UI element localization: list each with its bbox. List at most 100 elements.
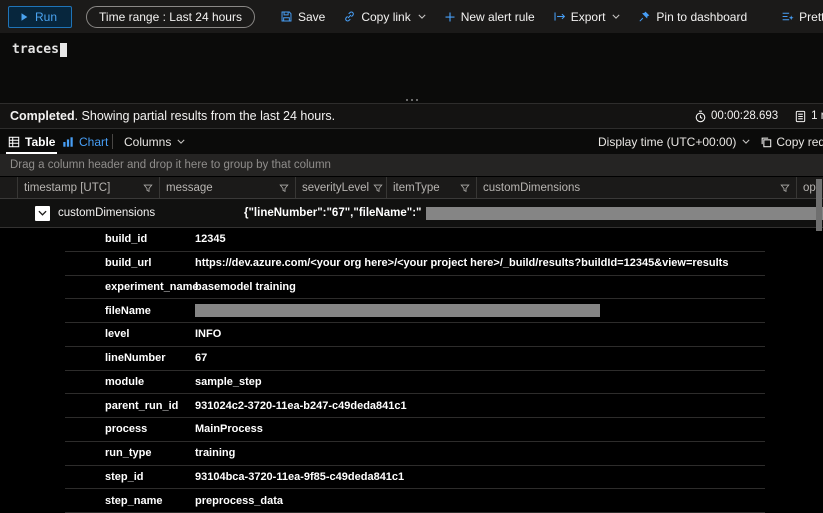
detail-key: lineNumber — [105, 352, 193, 364]
record-count: 1 recor — [811, 110, 823, 122]
filter-icon[interactable] — [143, 183, 153, 193]
detail-key: step_id — [105, 471, 193, 483]
chevron-down-icon — [177, 139, 185, 144]
detail-value: MainProcess — [195, 423, 263, 435]
detail-row[interactable]: processMainProcess — [65, 418, 765, 442]
detail-row[interactable]: build_id12345 — [65, 228, 765, 252]
detail-value: 12345 — [195, 233, 226, 245]
filter-icon[interactable] — [373, 183, 383, 193]
detail-row[interactable]: modulesample_step — [65, 371, 765, 395]
stopwatch-icon — [694, 110, 707, 123]
save-button[interactable]: Save — [271, 0, 334, 33]
filter-icon[interactable] — [460, 183, 470, 193]
run-button[interactable]: Run — [8, 6, 72, 28]
column-header-timestamp[interactable]: timestamp [UTC] — [18, 177, 160, 198]
status-message: Completed. Showing partial results from … — [10, 104, 335, 128]
column-header-customdimensions[interactable]: customDimensions — [477, 177, 797, 198]
detail-value: training — [195, 447, 235, 459]
detail-row[interactable]: parent_run_id931024c2-3720-11ea-b247-c49… — [65, 394, 765, 418]
detail-value: sample_step — [195, 376, 262, 388]
tab-chart[interactable]: Chart — [62, 129, 108, 154]
column-label: severityLevel — [302, 182, 369, 194]
detail-value: 93104bca-3720-11ea-9f85-c49deda841c1 — [195, 471, 404, 483]
new-alert-rule-button[interactable]: New alert rule — [435, 0, 544, 33]
column-header-itemtype[interactable]: itemType — [387, 177, 477, 198]
detail-value: INFO — [195, 328, 221, 340]
detail-key: build_id — [105, 233, 193, 245]
group-by-hint: Drag a column header and drop it here to… — [10, 159, 331, 171]
query-text: traces — [12, 42, 59, 57]
export-button[interactable]: Export — [544, 0, 630, 33]
copy-link-button[interactable]: Copy link — [334, 0, 434, 33]
tab-table[interactable]: Table — [8, 129, 55, 154]
detail-value: preprocess_data — [195, 495, 283, 507]
detail-value: 67 — [195, 352, 207, 364]
tab-chart-label: Chart — [79, 135, 108, 149]
detail-row[interactable]: fileName — [65, 299, 765, 323]
plus-icon — [444, 11, 456, 23]
expanded-row[interactable]: customDimensions {"lineNumber":"67","fil… — [0, 199, 823, 228]
logs-query-window: Run Time range : Last 24 hours Save Copy… — [0, 0, 823, 513]
detail-key: level — [105, 328, 193, 340]
detail-rows: build_id12345build_urlhttps://dev.azure.… — [65, 228, 765, 513]
copy-link-label: Copy link — [361, 10, 410, 24]
vertical-scrollbar[interactable] — [815, 177, 823, 513]
query-toolbar: Run Time range : Last 24 hours Save Copy… — [0, 0, 823, 33]
column-label: customDimensions — [483, 182, 580, 194]
display-time-dropdown[interactable]: Display time (UTC+00:00) — [598, 135, 750, 149]
detail-key: fileName — [105, 305, 193, 317]
pin-to-dashboard-button[interactable]: Pin to dashboard — [629, 0, 756, 33]
query-editor[interactable]: traces — [0, 33, 823, 103]
detail-row[interactable]: levelINFO — [65, 323, 765, 347]
redacted-value — [426, 207, 823, 220]
detail-key: experiment_name — [105, 281, 193, 293]
text-cursor — [60, 43, 67, 57]
status-detail: . Showing partial results from the last … — [75, 109, 336, 123]
column-header-severitylevel[interactable]: severityLevel — [296, 177, 387, 198]
time-range-label: Time range : Last 24 hours — [99, 10, 242, 24]
records-icon — [794, 110, 807, 123]
detail-value — [195, 304, 600, 317]
detail-row[interactable]: step_namepreprocess_data — [65, 489, 765, 513]
detail-row[interactable]: lineNumber67 — [65, 347, 765, 371]
detail-key: module — [105, 376, 193, 388]
pin-to-dashboard-label: Pin to dashboard — [656, 10, 747, 24]
column-label: itemType — [393, 182, 440, 194]
chevron-down-icon — [418, 14, 426, 19]
copy-icon — [760, 136, 772, 148]
chevron-down-icon — [612, 14, 620, 19]
copy-request-label: Copy request — [776, 135, 823, 149]
redacted-value — [195, 304, 600, 317]
play-icon — [19, 12, 29, 22]
detail-row[interactable]: experiment_namebasemodel training — [65, 276, 765, 300]
export-label: Export — [571, 10, 606, 24]
column-label: timestamp [UTC] — [24, 182, 110, 194]
results-toolbar-right: Display time (UTC+00:00) Copy request — [598, 129, 823, 154]
detail-key: run_type — [105, 447, 193, 459]
copy-request-button[interactable]: Copy request — [760, 135, 823, 149]
prettify-query-button[interactable]: Prettify query — [772, 0, 823, 33]
detail-row[interactable]: run_typetraining — [65, 442, 765, 466]
detail-key: process — [105, 423, 193, 435]
display-time-label: Display time (UTC+00:00) — [598, 135, 736, 149]
query-duration: 00:00:28.693 — [711, 110, 778, 122]
prettify-icon — [781, 10, 794, 23]
grid-header: timestamp [UTC] message severityLevel it… — [0, 177, 823, 199]
columns-dropdown[interactable]: Columns — [124, 129, 185, 154]
collapse-row-button[interactable] — [35, 206, 50, 221]
group-by-bar[interactable]: Drag a column header and drop it here to… — [0, 154, 823, 177]
column-header-message[interactable]: message — [160, 177, 296, 198]
detail-row[interactable]: build_urlhttps://dev.azure.com/<your org… — [65, 252, 765, 276]
link-icon — [343, 10, 356, 23]
run-label: Run — [35, 10, 57, 24]
detail-row[interactable]: step_id93104bca-3720-11ea-9f85-c49deda84… — [65, 466, 765, 490]
time-range-button[interactable]: Time range : Last 24 hours — [86, 6, 255, 28]
detail-value: https://dev.azure.com/<your org here>/<y… — [195, 257, 728, 269]
filter-icon[interactable] — [780, 183, 790, 193]
scrollbar-thumb[interactable] — [816, 179, 822, 231]
save-icon — [280, 10, 293, 23]
filter-icon[interactable] — [279, 183, 289, 193]
status-completed: Completed — [10, 109, 75, 123]
results-toolbar: Table Chart Columns Display time (UTC+00… — [0, 129, 823, 154]
splitter-handle[interactable] — [406, 99, 418, 101]
